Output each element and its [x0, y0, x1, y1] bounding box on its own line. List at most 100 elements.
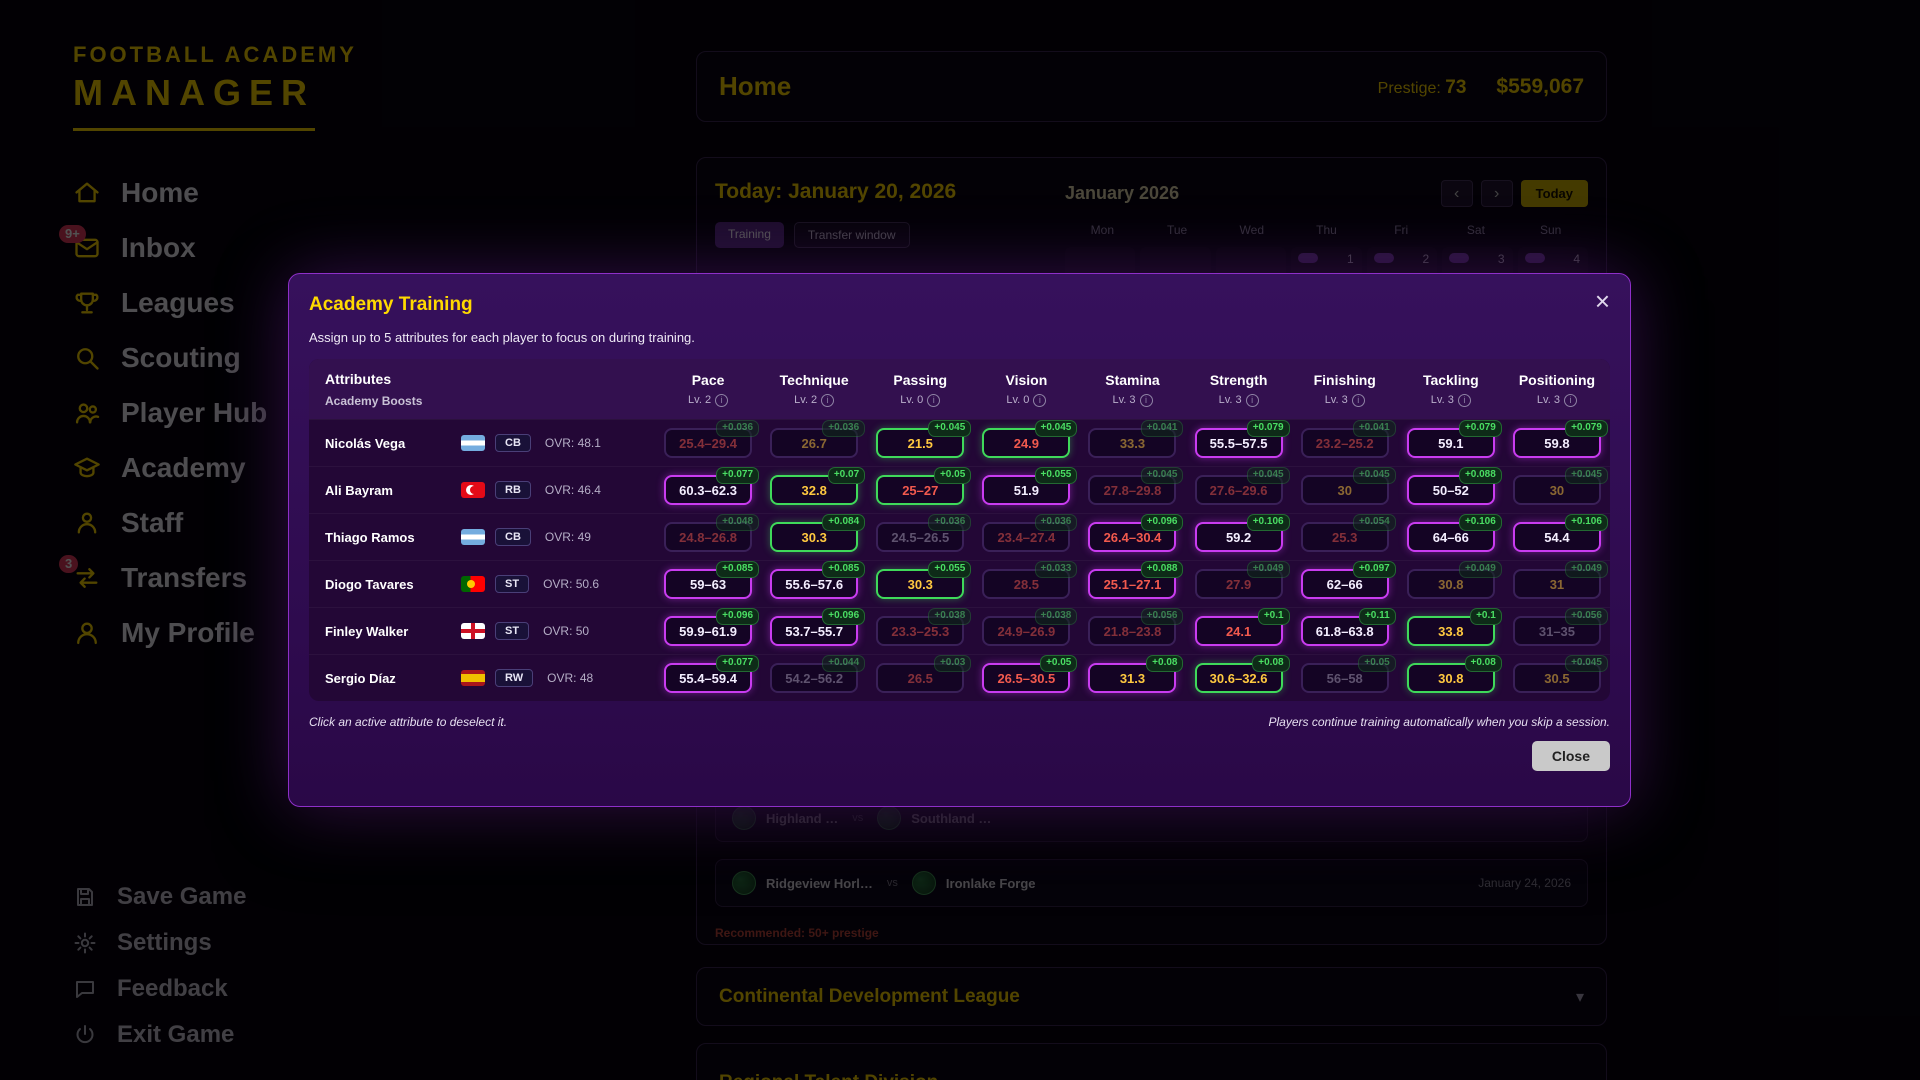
attribute-cell-technique[interactable]: 55.6–57.6 +0.085 — [770, 561, 866, 599]
attribute-cell-stamina[interactable]: 25.1–27.1 +0.088 — [1088, 561, 1184, 599]
info-icon[interactable]: i — [821, 393, 835, 407]
attribute-cell-stamina[interactable]: 26.4–30.4 +0.096 — [1088, 514, 1184, 552]
column-header-technique: Technique Lv. 2i — [761, 372, 867, 407]
attribute-cell-wrap: 27.8–29.8 +0.045 — [1079, 467, 1185, 505]
attribute-cell-vision[interactable]: 23.4–27.4 +0.036 — [982, 514, 1078, 552]
attribute-cell-pace[interactable]: 24.8–26.8 +0.048 — [664, 514, 760, 552]
attribute-value: 51.9 — [1013, 482, 1040, 498]
attribute-cell-technique[interactable]: 32.8 +0.07 — [770, 467, 866, 505]
attribute-cell-pace[interactable]: 59–63 +0.085 — [664, 561, 760, 599]
player-row-thiago-ramos: Thiago Ramos CB OVR: 49 24.8–26.8 +0.048 30.3… — [309, 513, 1610, 560]
attribute-cell-positioning[interactable]: 31 +0.049 — [1512, 561, 1608, 599]
attribute-cell-vision[interactable]: 28.5 +0.033 — [982, 561, 1078, 599]
attribute-cell-positioning[interactable]: 30 +0.045 — [1512, 467, 1608, 505]
info-icon[interactable]: i — [1563, 393, 1577, 407]
attribute-value: 21.8–23.8 — [1103, 623, 1162, 639]
portugal-flag — [461, 576, 485, 592]
attribute-value: 27.8–29.8 — [1103, 482, 1162, 498]
boost-badge: +0.056 — [1565, 608, 1608, 625]
attribute-cell-pace[interactable]: 60.3–62.3 +0.077 — [664, 467, 760, 505]
attribute-cell-pace[interactable]: 25.4–29.4 +0.036 — [664, 420, 760, 458]
attribute-value: 33.3 — [1119, 435, 1146, 451]
attribute-cell-vision[interactable]: 51.9 +0.055 — [982, 467, 1078, 505]
attribute-value: 33.8 — [1438, 623, 1464, 639]
attribute-cell-strength[interactable]: 30.6–32.6 +0.08 — [1194, 655, 1290, 693]
attribute-cell-finishing[interactable]: 62–66 +0.097 — [1300, 561, 1396, 599]
attribute-cell-wrap: 59.1 +0.079 — [1398, 420, 1504, 458]
boost-level: Lv. 3i — [1292, 393, 1398, 407]
attribute-cell-pace[interactable]: 59.9–61.9 +0.096 — [664, 608, 760, 646]
attribute-cell-passing[interactable]: 25–27 +0.05 — [876, 467, 972, 505]
attribute-cell-wrap: 64–66 +0.106 — [1398, 514, 1504, 552]
attribute-cell-stamina[interactable]: 21.8–23.8 +0.056 — [1088, 608, 1184, 646]
attribute-cell-wrap: 24.9–26.9 +0.038 — [973, 608, 1079, 646]
column-name: Positioning — [1518, 371, 1596, 388]
boost-badge: +0.079 — [1565, 420, 1608, 437]
attribute-cell-technique[interactable]: 54.2–56.2 +0.044 — [770, 655, 866, 693]
attribute-cell-stamina[interactable]: 31.3 +0.08 — [1088, 655, 1184, 693]
attribute-cell-passing[interactable]: 30.3 +0.055 — [876, 561, 972, 599]
boost-badge: +0.088 — [1140, 561, 1184, 578]
attribute-cell-tackling[interactable]: 30.8 +0.049 — [1406, 561, 1502, 599]
attribute-cell-finishing[interactable]: 25.3 +0.054 — [1300, 514, 1396, 552]
info-icon[interactable]: i — [1033, 393, 1047, 407]
attribute-cell-strength[interactable]: 27.9 +0.049 — [1194, 561, 1290, 599]
attribute-cell-stamina[interactable]: 33.3 +0.041 — [1088, 420, 1184, 458]
info-icon[interactable]: i — [715, 393, 729, 407]
boost-badge: +0.045 — [1565, 467, 1608, 484]
attribute-cell-strength[interactable]: 55.5–57.5 +0.079 — [1194, 420, 1290, 458]
info-icon[interactable]: i — [1457, 393, 1471, 407]
attribute-cell-technique[interactable]: 30.3 +0.084 — [770, 514, 866, 552]
player-info: Ali Bayram RB OVR: 46.4 — [309, 481, 655, 499]
boost-level-label: Lv. 2 — [794, 394, 818, 406]
column-name: Finishing — [1313, 371, 1376, 388]
attribute-cell-passing[interactable]: 21.5 +0.045 — [876, 420, 972, 458]
attribute-cell-passing[interactable]: 24.5–26.5 +0.036 — [876, 514, 972, 552]
attribute-cell-finishing[interactable]: 56–58 +0.05 — [1300, 655, 1396, 693]
attribute-cell-technique[interactable]: 26.7 +0.036 — [770, 420, 866, 458]
attribute-cell-wrap: 54.4 +0.106 — [1504, 514, 1610, 552]
boost-badge: +0.084 — [822, 514, 866, 531]
attribute-value: 27.6–29.6 — [1209, 482, 1268, 498]
info-icon[interactable]: i — [1245, 393, 1259, 407]
attribute-cell-finishing[interactable]: 30 +0.045 — [1300, 467, 1396, 505]
attribute-cell-finishing[interactable]: 61.8–63.8 +0.11 — [1300, 608, 1396, 646]
attribute-cell-pace[interactable]: 55.4–59.4 +0.077 — [664, 655, 760, 693]
attribute-cell-strength[interactable]: 24.1 +0.1 — [1194, 608, 1290, 646]
attribute-cell-tackling[interactable]: 30.8 +0.08 — [1406, 655, 1502, 693]
attribute-cell-strength[interactable]: 59.2 +0.106 — [1194, 514, 1290, 552]
info-icon[interactable]: i — [1351, 393, 1365, 407]
attribute-cell-positioning[interactable]: 54.4 +0.106 — [1512, 514, 1608, 552]
attribute-cell-passing[interactable]: 26.5 +0.03 — [876, 655, 972, 693]
attribute-cell-finishing[interactable]: 23.2–25.2 +0.041 — [1300, 420, 1396, 458]
column-name: Stamina — [1105, 371, 1160, 388]
attribute-cell-wrap: 21.5 +0.045 — [867, 420, 973, 458]
attribute-cell-wrap: 24.8–26.8 +0.048 — [655, 514, 761, 552]
attribute-cell-tackling[interactable]: 33.8 +0.1 — [1406, 608, 1502, 646]
close-icon[interactable]: × — [1595, 288, 1610, 314]
attribute-cell-positioning[interactable]: 31–35 +0.056 — [1512, 608, 1608, 646]
info-icon[interactable]: i — [927, 393, 941, 407]
attributes-header-cell: Attributes Academy Boosts — [309, 371, 655, 408]
attribute-cell-strength[interactable]: 27.6–29.6 +0.045 — [1194, 467, 1290, 505]
boost-badge: +0.096 — [1140, 514, 1184, 531]
attribute-value: 24.9–26.9 — [997, 623, 1056, 639]
attribute-cell-vision[interactable]: 24.9–26.9 +0.038 — [982, 608, 1078, 646]
attribute-cell-tackling[interactable]: 64–66 +0.106 — [1406, 514, 1502, 552]
attribute-cell-tackling[interactable]: 59.1 +0.079 — [1406, 420, 1502, 458]
attribute-cell-stamina[interactable]: 27.8–29.8 +0.045 — [1088, 467, 1184, 505]
attribute-cell-vision[interactable]: 24.9 +0.045 — [982, 420, 1078, 458]
attribute-cell-positioning[interactable]: 59.8 +0.079 — [1512, 420, 1608, 458]
info-icon[interactable]: i — [1139, 393, 1153, 407]
attribute-cell-passing[interactable]: 23.3–25.3 +0.038 — [876, 608, 972, 646]
attribute-cell-tackling[interactable]: 50–52 +0.088 — [1406, 467, 1502, 505]
attribute-value: 59.8 — [1544, 435, 1570, 451]
boost-level-label: Lv. 2 — [688, 394, 712, 406]
attribute-cell-positioning[interactable]: 30.5 +0.045 — [1512, 655, 1608, 693]
attribute-cell-technique[interactable]: 53.7–55.7 +0.096 — [770, 608, 866, 646]
position-badge: ST — [495, 575, 530, 593]
close-button[interactable]: Close — [1531, 741, 1610, 771]
player-ovr: OVR: 49 — [544, 530, 591, 544]
attribute-cell-vision[interactable]: 26.5–30.5 +0.05 — [982, 655, 1078, 693]
boost-level: Lv. 0i — [973, 393, 1079, 407]
